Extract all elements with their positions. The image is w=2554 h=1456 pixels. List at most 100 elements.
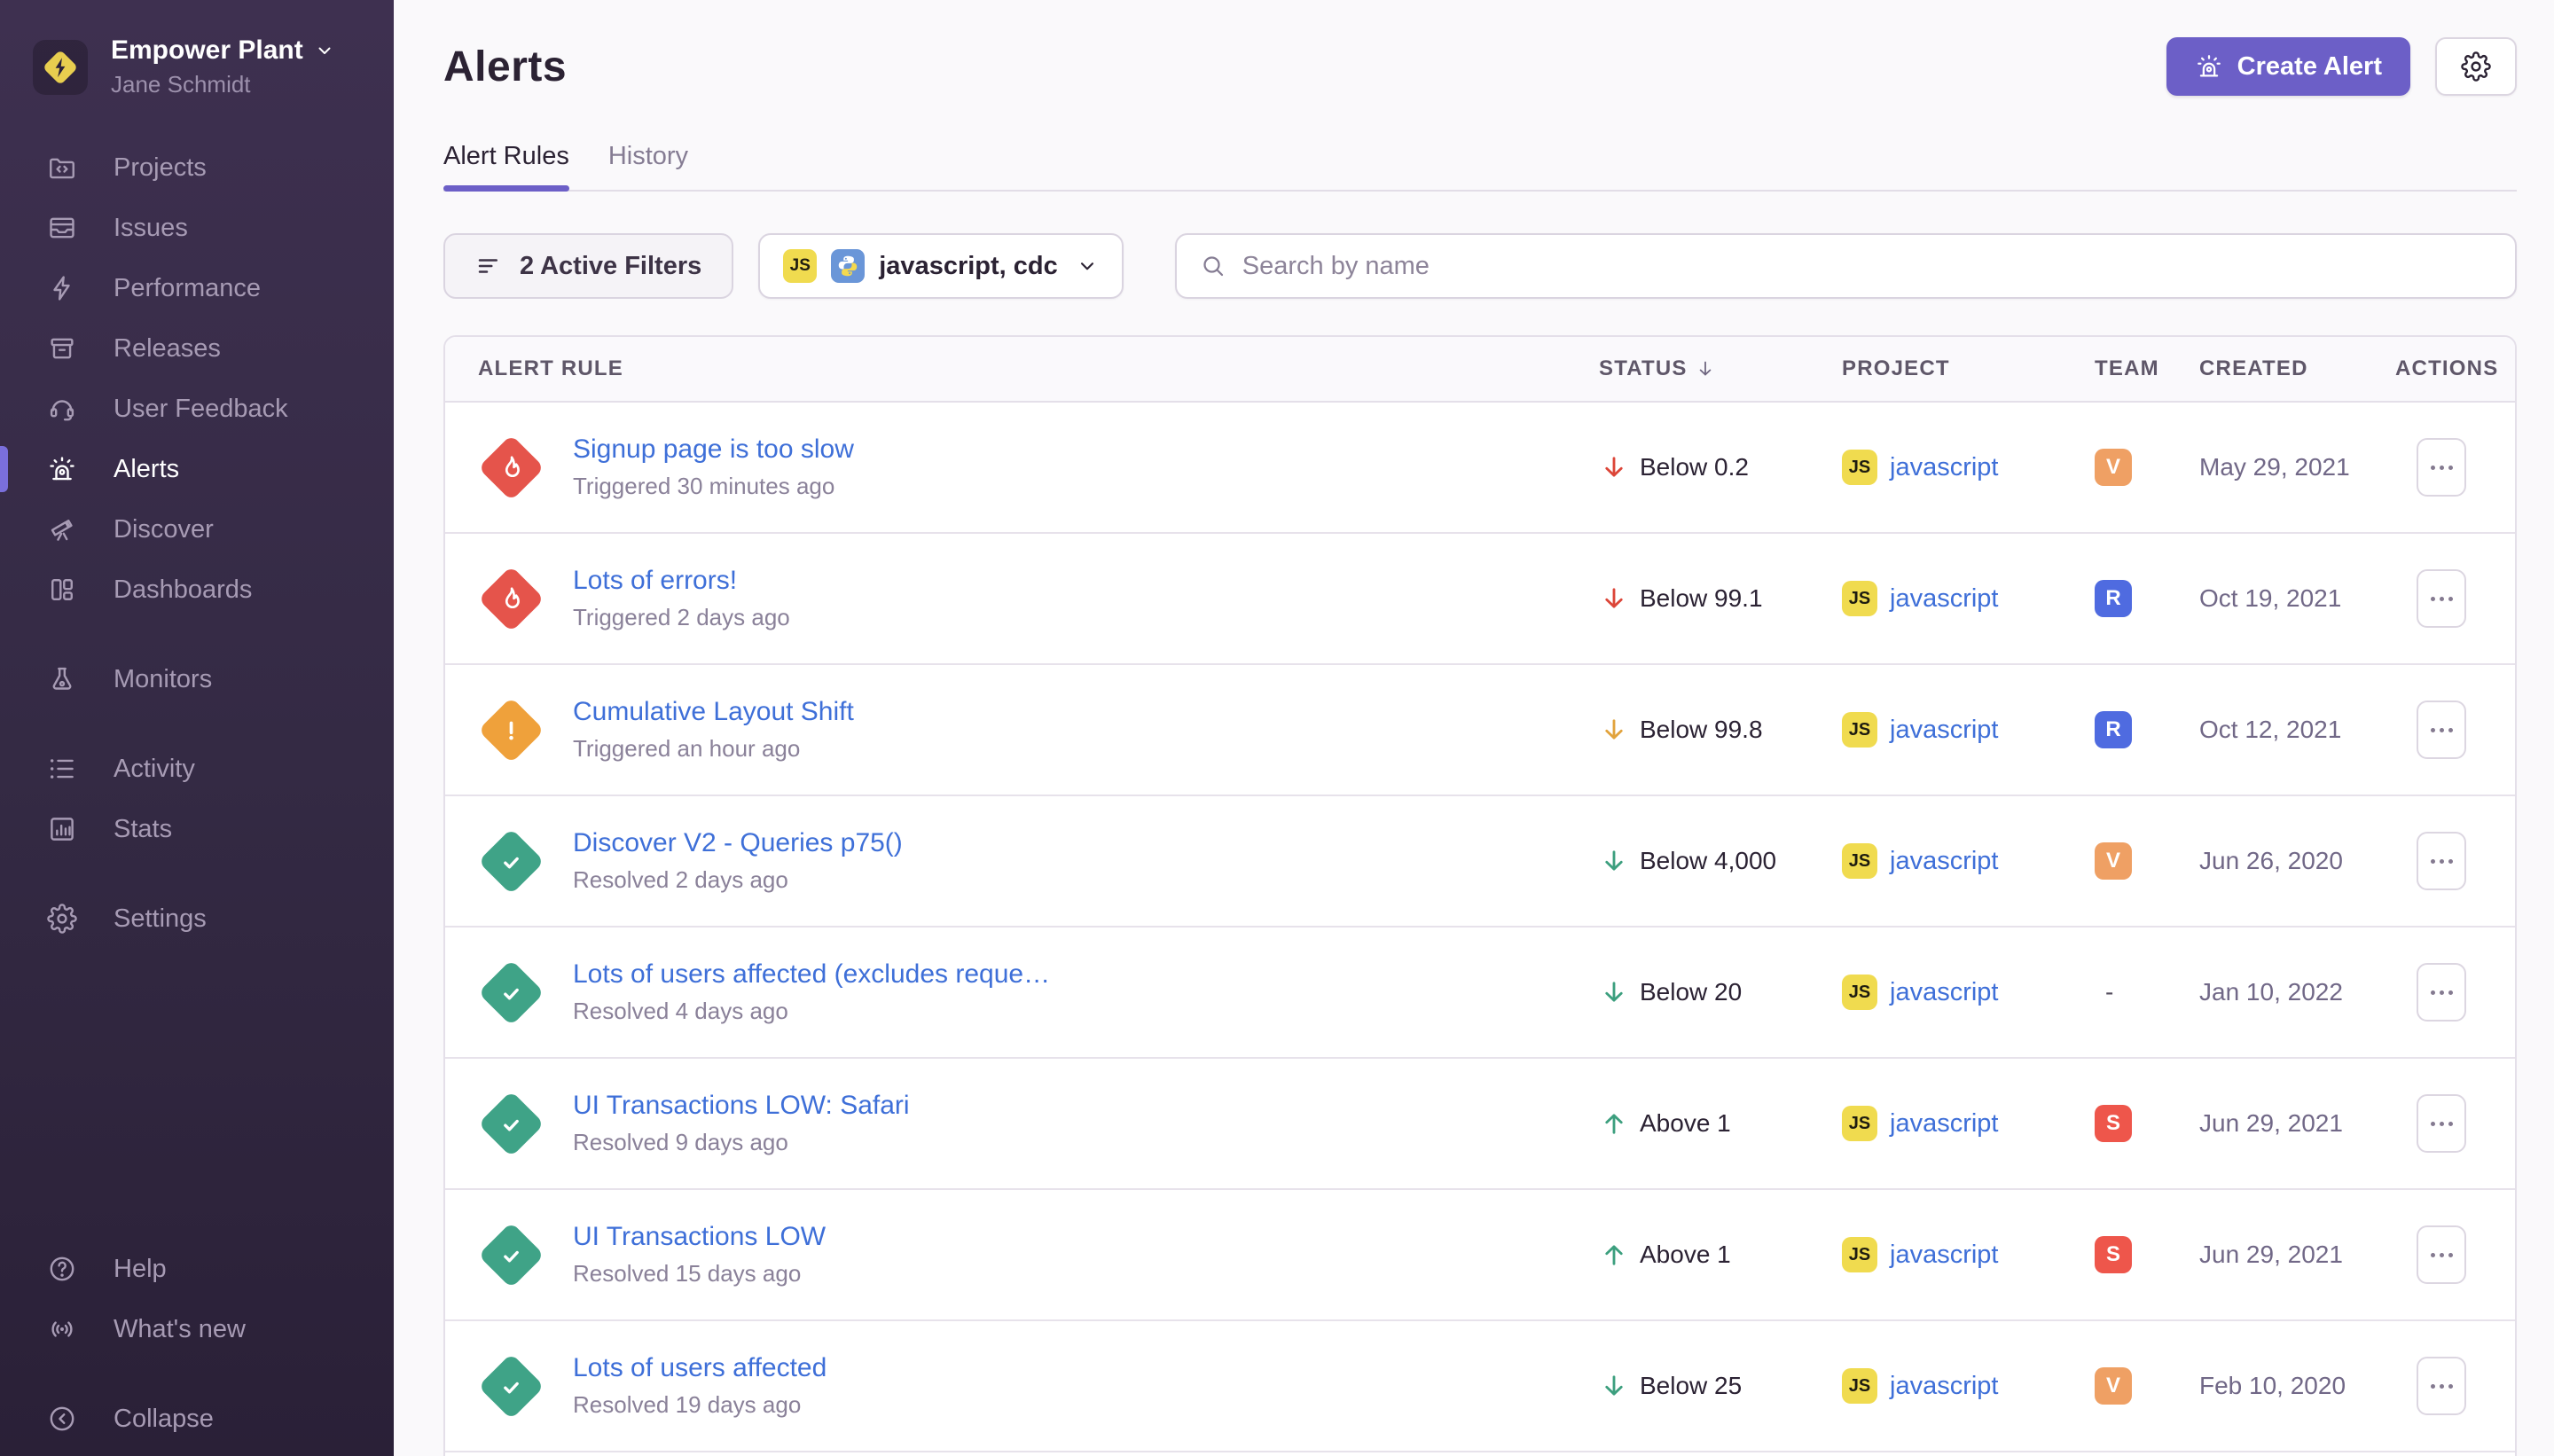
row-actions-button[interactable] (2417, 1225, 2466, 1284)
alert-rule-status-text: Resolved 2 days ago (573, 866, 903, 894)
row-actions-button[interactable] (2417, 1357, 2466, 1415)
sidebar-item-help[interactable]: Help (0, 1239, 394, 1299)
team-badge[interactable]: V (2095, 449, 2132, 486)
arrow-up-icon (1599, 1108, 1629, 1139)
team-cell: V (2095, 449, 2199, 486)
alert-rule-link[interactable]: UI Transactions LOW: Safari (573, 1091, 910, 1121)
sidebar-item-dashboards[interactable]: Dashboards (0, 560, 394, 620)
alert-rule-status-text: Triggered 30 minutes ago (573, 473, 854, 500)
monitors-icon (47, 664, 77, 694)
column-header-created[interactable]: Created (2199, 356, 2395, 381)
status-threshold: Below 25 (1640, 1372, 1742, 1400)
project-link[interactable]: javascript (1890, 847, 1999, 876)
alert-rule-link[interactable]: Lots of users affected (excludes reque… (573, 959, 1050, 990)
team-cell: V (2095, 842, 2199, 880)
sidebar-item-activity[interactable]: Activity (0, 739, 394, 799)
sidebar-item-label: Help (114, 1255, 167, 1284)
team-badge[interactable]: R (2095, 580, 2132, 617)
team-badge[interactable]: V (2095, 842, 2132, 880)
project-link[interactable]: javascript (1890, 978, 1999, 1007)
python-badge-icon (831, 249, 865, 283)
table-row: UI Transactions LOW: SafariResolved 9 da… (445, 1059, 2515, 1190)
check-icon (497, 1371, 527, 1401)
team-badge[interactable]: S (2095, 1236, 2132, 1273)
check-icon (497, 1108, 527, 1139)
javascript-badge-icon: JS (1842, 1368, 1877, 1404)
search-icon (1200, 253, 1226, 279)
sidebar-item-issues[interactable]: Issues (0, 198, 394, 258)
javascript-badge-icon: JS (1842, 1237, 1877, 1272)
column-header-alert-rule[interactable]: Alert Rule (478, 356, 1599, 381)
table-row: UI Transactions LOWResolved 15 days agoA… (445, 1190, 2515, 1321)
create-alert-button[interactable]: Create Alert (2166, 37, 2410, 96)
alert-rule-link[interactable]: Lots of errors! (573, 566, 790, 596)
sidebar-item-what-s-new[interactable]: What's new (0, 1299, 394, 1359)
alert-rule-status-text: Resolved 19 days ago (573, 1391, 827, 1419)
sidebar-item-label: Collapse (114, 1405, 214, 1434)
status-threshold: Below 0.2 (1640, 453, 1749, 481)
status-cell: Below 4,000 (1599, 846, 1842, 876)
severity-resolved-icon (478, 1222, 544, 1288)
settings-button[interactable] (2435, 37, 2517, 96)
created-date: Oct 12, 2021 (2199, 716, 2395, 744)
sidebar-item-discover[interactable]: Discover (0, 499, 394, 560)
sidebar-item-collapse[interactable]: Collapse (0, 1389, 394, 1449)
sidebar-item-performance[interactable]: Performance (0, 258, 394, 318)
project-link[interactable]: javascript (1890, 1109, 1999, 1139)
created-date: May 29, 2021 (2199, 453, 2395, 481)
created-date: Jun 29, 2021 (2199, 1109, 2395, 1138)
org-header[interactable]: Empower Plant Jane Schmidt (0, 0, 394, 98)
team-badge[interactable]: R (2095, 711, 2132, 748)
chevron-down-icon (314, 40, 335, 61)
sidebar-item-projects[interactable]: Projects (0, 137, 394, 198)
row-actions-button[interactable] (2417, 701, 2466, 759)
sidebar-item-user-feedback[interactable]: User Feedback (0, 379, 394, 439)
row-actions-button[interactable] (2417, 438, 2466, 497)
project-cell: JSjavascript (1842, 581, 2095, 616)
issues-icon (47, 213, 77, 243)
active-filters-button[interactable]: 2 Active Filters (443, 233, 733, 299)
active-indicator (0, 446, 8, 492)
column-header-project[interactable]: Project (1842, 356, 2095, 381)
row-actions-button[interactable] (2417, 832, 2466, 890)
team-badge[interactable]: V (2095, 1367, 2132, 1405)
sidebar-item-monitors[interactable]: Monitors (0, 649, 394, 709)
alert-rule-link[interactable]: UI Transactions LOW (573, 1222, 826, 1252)
alert-rule-link[interactable]: Signup page is too slow (573, 434, 854, 465)
table-row: Lots of users affected (excludes reque… R… (445, 928, 2515, 1059)
sidebar-item-alerts[interactable]: Alerts (0, 439, 394, 499)
team-cell: S (2095, 1236, 2199, 1273)
sidebar-item-stats[interactable]: Stats (0, 799, 394, 859)
sidebar-item-settings[interactable]: Settings (0, 888, 394, 949)
project-link[interactable]: javascript (1890, 716, 1999, 745)
column-header-actions[interactable]: Actions (2395, 356, 2515, 381)
project-link[interactable]: javascript (1890, 584, 1999, 614)
row-actions-button[interactable] (2417, 963, 2466, 1022)
team-badge[interactable]: S (2095, 1105, 2132, 1142)
javascript-badge-icon: JS (1842, 712, 1877, 748)
sidebar-item-label: User Feedback (114, 395, 288, 424)
project-filter-dropdown[interactable]: JS javascript, cdc (758, 233, 1124, 299)
status-cell: Above 1 (1599, 1108, 1842, 1139)
row-actions-button[interactable] (2417, 569, 2466, 628)
project-link[interactable]: javascript (1890, 1241, 1999, 1270)
org-name: Empower Plant (111, 35, 303, 66)
alert-rule-link[interactable]: Cumulative Layout Shift (573, 697, 854, 727)
project-link[interactable]: javascript (1890, 453, 1999, 482)
project-link[interactable]: javascript (1890, 1372, 1999, 1401)
sidebar-item-releases[interactable]: Releases (0, 318, 394, 379)
column-header-status[interactable]: Status (1599, 356, 1842, 381)
tab-history[interactable]: History (608, 142, 688, 190)
tab-alert-rules[interactable]: Alert Rules (443, 142, 569, 190)
alert-rule-link[interactable]: Lots of users affected (573, 1353, 827, 1383)
check-icon (497, 977, 527, 1007)
page-title: Alerts (443, 43, 567, 91)
status-cell: Below 20 (1599, 977, 1842, 1007)
column-header-team[interactable]: Team (2095, 356, 2199, 381)
sidebar-item-label: Projects (114, 153, 207, 183)
javascript-badge-icon: JS (1842, 1106, 1877, 1141)
row-actions-button[interactable] (2417, 1094, 2466, 1153)
alert-rule-link[interactable]: Discover V2 - Queries p75() (573, 828, 903, 858)
alert-rule-status-text: Resolved 4 days ago (573, 998, 1050, 1025)
search-input[interactable] (1242, 252, 2492, 281)
